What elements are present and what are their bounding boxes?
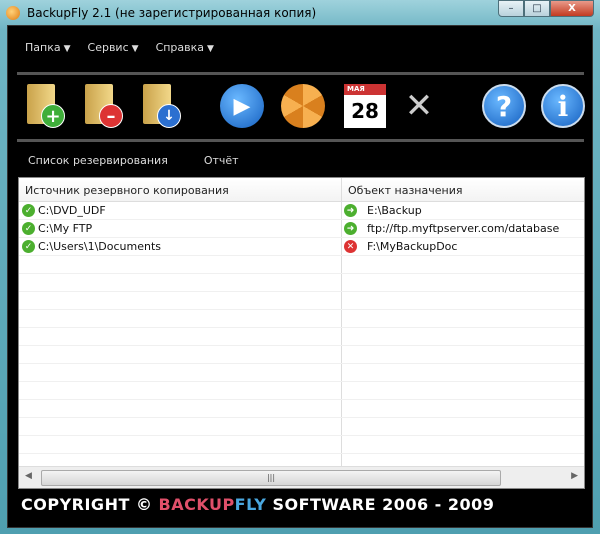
chevron-down-icon: ▼ [131, 44, 139, 54]
tab-backup-list[interactable]: Список резервирования [28, 154, 168, 167]
check-icon: ✓ [22, 222, 35, 235]
empty-row [19, 274, 584, 292]
settings-button[interactable]: ✕ [395, 82, 443, 132]
download-arrow-icon: ↓ [157, 104, 181, 128]
column-header-destination[interactable]: Объект назначения [342, 178, 584, 201]
destination-path: ftp://ftp.myftpserver.com/database [367, 222, 560, 235]
empty-row [19, 310, 584, 328]
title-bar: BackupFly 2.1 (не зарегистрированная коп… [6, 3, 316, 23]
tab-bar: Список резервирования Отчёт [28, 154, 239, 167]
disc-icon [281, 84, 325, 128]
burn-button[interactable] [279, 82, 327, 132]
destination-path: E:\Backup [367, 204, 422, 217]
minimize-button[interactable]: – [498, 0, 524, 17]
empty-row [19, 346, 584, 364]
start-backup-button[interactable]: ▶ [218, 82, 266, 132]
scroll-right-icon[interactable]: ▶ [571, 471, 578, 481]
menu-label: Папка [25, 41, 61, 54]
about-button[interactable]: i [539, 82, 587, 132]
chevron-down-icon: ▼ [63, 44, 71, 54]
error-icon: ✕ [344, 240, 357, 253]
copyright-banner: COPYRIGHT © BACKUPFLY SOFTWARE 2006 - 20… [21, 495, 494, 514]
scroll-left-icon[interactable]: ◀ [25, 471, 32, 481]
empty-row [19, 382, 584, 400]
app-icon [6, 6, 20, 20]
check-icon: ✓ [22, 240, 35, 253]
empty-row [19, 418, 584, 436]
table-header: Источник резервного копирования Объект н… [19, 178, 584, 202]
divider [17, 72, 584, 75]
table-row[interactable]: ✓ C:\DVD_UDF ➜ E:\Backup [19, 202, 584, 220]
minus-icon: – [99, 104, 123, 128]
menu-label: Сервис [87, 41, 129, 54]
scrollbar-thumb[interactable]: ||| [41, 470, 501, 486]
destination-path: F:\MyBackupDoc [367, 240, 458, 253]
plus-icon: + [41, 104, 65, 128]
arrow-right-icon: ➜ [344, 204, 357, 217]
calendar-month: МАЯ [344, 84, 386, 95]
help-button[interactable]: ? [480, 82, 528, 132]
info-icon: i [541, 84, 585, 128]
source-path: C:\Users\1\Documents [38, 240, 162, 253]
column-header-source[interactable]: Источник резервного копирования [19, 178, 342, 201]
check-icon: ✓ [22, 204, 35, 217]
arrow-right-icon: ➜ [344, 222, 357, 235]
horizontal-scrollbar[interactable]: ◀ ||| ▶ [19, 466, 584, 488]
close-button[interactable]: X [550, 0, 594, 17]
menu-bar: Папка ▼ Сервис ▼ Справка ▼ [25, 41, 214, 54]
maximize-button[interactable]: □ [524, 0, 550, 17]
play-icon: ▶ [220, 84, 264, 128]
backup-table: Источник резервного копирования Объект н… [18, 177, 585, 489]
copyright-suffix: SOFTWARE 2006 - 2009 [266, 495, 495, 514]
app-window: BackupFly 2.1 (не зарегистрированная коп… [0, 0, 600, 534]
empty-row [19, 400, 584, 418]
menu-help[interactable]: Справка ▼ [156, 41, 214, 54]
empty-row [19, 256, 584, 274]
empty-row [19, 436, 584, 454]
tab-report[interactable]: Отчёт [204, 154, 239, 167]
toolbar: + – ↓ ▶ МАЯ 28 ✕ ? i [21, 82, 591, 132]
menu-label: Справка [155, 41, 205, 54]
empty-row [19, 364, 584, 382]
calendar-day: 28 [351, 99, 379, 123]
schedule-button[interactable]: МАЯ 28 [340, 82, 388, 132]
question-icon: ? [482, 84, 526, 128]
brand-backup: BACKUP [158, 495, 235, 514]
menu-service[interactable]: Сервис ▼ [88, 41, 139, 54]
main-panel: Папка ▼ Сервис ▼ Справка ▼ + – ↓ ▶ МАЯ 28 ✕… [7, 25, 593, 528]
menu-folder[interactable]: Папка ▼ [25, 41, 71, 54]
window-title: BackupFly 2.1 (не зарегистрированная коп… [27, 6, 317, 20]
restore-folder-button[interactable]: ↓ [137, 82, 185, 132]
remove-folder-button[interactable]: – [79, 82, 127, 132]
divider [17, 139, 584, 142]
table-row[interactable]: ✓ C:\My FTP ➜ ftp://ftp.myftpserver.com/da… [19, 220, 584, 238]
calendar-icon: МАЯ 28 [344, 84, 386, 128]
empty-row [19, 328, 584, 346]
source-path: C:\My FTP [38, 222, 93, 235]
chevron-down-icon: ▼ [207, 44, 214, 54]
source-path: C:\DVD_UDF [38, 204, 106, 217]
copyright-prefix: COPYRIGHT © [21, 495, 159, 514]
add-folder-button[interactable]: + [21, 82, 69, 132]
table-row[interactable]: ✓ C:\Users\1\Documents ✕ F:\MyBackupDoc [19, 238, 584, 256]
brand-fly: FLY [234, 495, 267, 514]
empty-row [19, 292, 584, 310]
tools-icon: ✕ [404, 86, 434, 126]
